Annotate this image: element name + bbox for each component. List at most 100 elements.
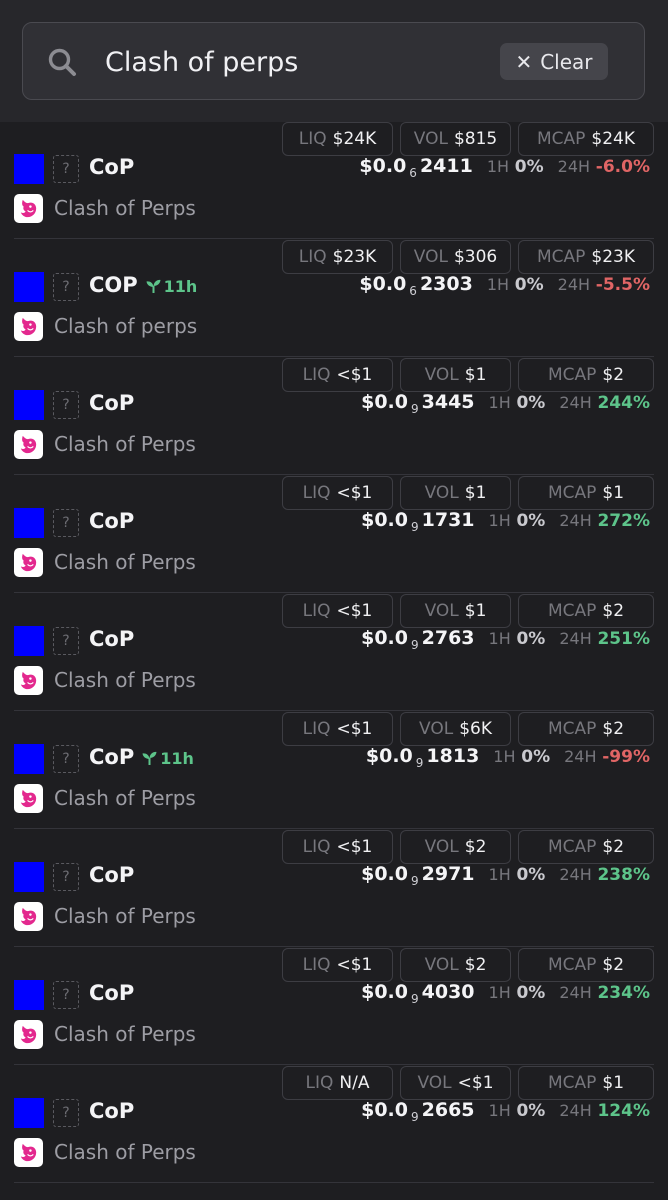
unicorn-icon	[14, 1020, 43, 1049]
result-row[interactable]: ? COP 11h Clash of perps $0.0 6 2303 1H 0% …	[14, 240, 654, 357]
price: $0.0 9 2665	[361, 1099, 474, 1124]
token-symbol: CoP	[89, 509, 134, 533]
mcap-label: MCAP	[547, 601, 597, 621]
change-1h: 0%	[516, 511, 546, 531]
price: $0.0 9 4030	[361, 981, 474, 1006]
price-zeros: 6	[409, 166, 417, 180]
label-1h: 1H	[493, 747, 516, 766]
token-placeholder-icon: ?	[53, 863, 79, 891]
token-symbol: CoP	[89, 1099, 134, 1123]
price-prefix: $0.0	[365, 745, 413, 767]
volume-pill: VOL $815	[400, 122, 511, 156]
unicorn-icon	[14, 312, 43, 341]
price-line: $0.0 9 1813 1H 0% 24H -99%	[366, 745, 650, 770]
price-digits: 1731	[421, 509, 475, 531]
price-prefix: $0.0	[361, 509, 408, 531]
label-24h: 24H	[557, 275, 591, 294]
vol-value: $815	[453, 129, 498, 149]
token-symbol: CoP	[89, 627, 134, 651]
change-24h: -6.0%	[595, 157, 650, 177]
vol-label: VOL	[419, 719, 454, 739]
label-1h: 1H	[488, 629, 511, 648]
symbol-text: CoP	[89, 155, 135, 179]
search-input[interactable]	[103, 37, 487, 87]
price: $0.0 6 2411	[359, 155, 472, 180]
token-name: Clash of Perps	[54, 432, 196, 456]
result-row[interactable]: ? CoP 11h Clash of Perps $0.0 9 1813 1H 0% …	[14, 712, 654, 829]
liq-value: <$1	[336, 837, 373, 857]
vol-value: <$1	[457, 1073, 494, 1093]
price-line: $0.0 9 2763 1H 0% 24H 251%	[361, 627, 650, 652]
price-digits: 2763	[421, 627, 475, 649]
mcap-value: $2	[602, 601, 625, 621]
symbol-text: COP	[89, 273, 138, 297]
mcap-pill: MCAP $2	[518, 594, 654, 628]
result-row[interactable]: ? CoP Clash of Perps $0.0 9 2665 1H 0% 24H…	[14, 1066, 654, 1183]
price-line: $0.0 9 2665 1H 0% 24H 124%	[361, 1099, 650, 1124]
chain-icon	[14, 1098, 44, 1128]
vol-label: VOL	[413, 247, 448, 267]
result-row[interactable]: ? CoP Clash of Perps $0.0 9 1731 1H 0% 24H…	[14, 476, 654, 593]
liquidity-pill: LIQ <$1	[282, 358, 393, 392]
token-symbol: COP 11h	[89, 273, 197, 297]
token-symbol: CoP	[89, 981, 134, 1005]
liquidity-pill: LIQ <$1	[282, 948, 393, 982]
change-24h: 272%	[597, 511, 650, 531]
liq-label: LIQ	[302, 837, 331, 857]
liq-value: <$1	[336, 719, 373, 739]
price-line: $0.0 9 1731 1H 0% 24H 272%	[361, 509, 650, 534]
result-row[interactable]: ? CoP Clash of Perps $0.0 9 2763 1H 0% 24H…	[14, 594, 654, 711]
liquidity-pill: LIQ <$1	[282, 712, 393, 746]
price-line: $0.0 9 4030 1H 0% 24H 234%	[361, 981, 650, 1006]
mcap-value: $2	[602, 837, 625, 857]
mcap-value: $2	[602, 955, 625, 975]
mcap-pill: MCAP $2	[518, 830, 654, 864]
unicorn-icon	[14, 902, 43, 931]
price-line: $0.0 9 3445 1H 0% 24H 244%	[361, 391, 650, 416]
mcap-value: $2	[602, 719, 625, 739]
change-24h: 124%	[597, 1101, 650, 1121]
price: $0.0 6 2303	[359, 273, 472, 298]
change-1h: 0%	[516, 1101, 546, 1121]
mcap-value: $1	[602, 1073, 625, 1093]
pair-age: 11h	[142, 749, 194, 768]
volume-pill: VOL <$1	[400, 1066, 511, 1100]
mcap-pill: MCAP $23K	[518, 240, 654, 274]
token-symbol: CoP 11h	[89, 745, 194, 769]
token-name: Clash of Perps	[54, 668, 196, 692]
pair-age: 11h	[146, 277, 197, 296]
volume-pill: VOL $1	[400, 476, 511, 510]
unicorn-icon	[14, 784, 43, 813]
liq-label: LIQ	[302, 601, 331, 621]
chain-icon	[14, 272, 44, 302]
liq-value: <$1	[336, 365, 373, 385]
mcap-value: $23K	[591, 247, 636, 267]
liq-label: LIQ	[302, 955, 331, 975]
token-name: Clash of Perps	[54, 1140, 196, 1164]
vol-label: VOL	[424, 837, 459, 857]
label-1h: 1H	[486, 275, 510, 294]
volume-pill: VOL $306	[400, 240, 511, 274]
change-24h: 251%	[597, 629, 650, 649]
result-row[interactable]: ? CoP Clash of Perps $0.0 9 2971 1H 0% 24H…	[14, 830, 654, 947]
result-row[interactable]: ? CoP Clash of Perps $0.0 9 3445 1H 0% 24H…	[14, 358, 654, 475]
label-1h: 1H	[488, 393, 511, 412]
symbol-text: CoP	[89, 863, 135, 887]
token-name: Clash of perps	[54, 314, 198, 338]
clear-button[interactable]: ✕ Clear	[500, 43, 608, 80]
result-row[interactable]: ? CoP Clash of Perps $0.0 9 4030 1H 0% 24H…	[14, 948, 654, 1065]
liquidity-pill: LIQ N/A	[282, 1066, 393, 1100]
price: $0.0 9 3445	[361, 391, 474, 416]
mcap-pill: MCAP $24K	[518, 122, 654, 156]
liq-label: LIQ	[302, 365, 331, 385]
price: $0.0 9 1813	[366, 745, 479, 770]
liq-label: LIQ	[298, 129, 327, 149]
price-digits: 4030	[421, 981, 475, 1003]
mcap-value: $2	[602, 365, 625, 385]
result-row[interactable]: ? CoP Clash of Perps $0.0 6 2411 1H 0% 24H…	[14, 122, 654, 239]
liq-value: <$1	[336, 601, 373, 621]
price-digits: 2665	[421, 1099, 475, 1121]
chain-icon	[14, 626, 44, 656]
liq-label: LIQ	[305, 1073, 334, 1093]
volume-pill: VOL $6K	[400, 712, 511, 746]
